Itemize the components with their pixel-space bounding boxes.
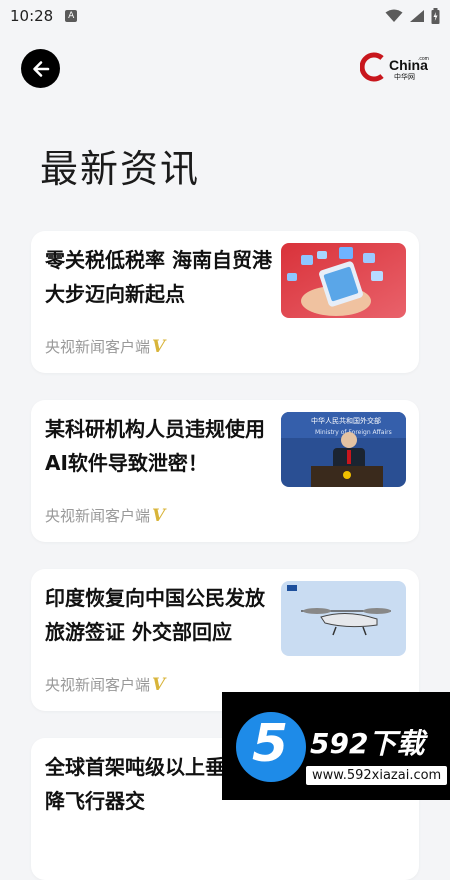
page-title: 最新资讯 [40,147,201,191]
news-card[interactable]: 零关税低税率 海南自贸港大步迈向新起点 央视新闻客户端 V [31,231,419,373]
verified-v-icon: V [152,674,166,695]
news-source: 央视新闻客户端 V [45,336,165,357]
back-arrow-icon [32,60,49,77]
evtol-aircraft-image [281,581,406,656]
news-card[interactable]: 某科研机构人员违规使用AI软件导致泄密！ 中华人民共和国外交部 Ministry… [31,400,419,542]
china-com-logo: China .com 中华网 [359,52,430,82]
source-label: 央视新闻客户端 [45,676,151,694]
news-source: 央视新闻客户端 V [45,674,165,695]
press-conference-image: 中华人民共和国外交部 Ministry of Foreign Affairs [281,412,406,487]
press-banner-text: 中华人民共和国外交部 [311,416,381,425]
news-title: 某科研机构人员违规使用AI软件导致泄密！ [45,417,265,475]
logo-com: .com [418,56,429,62]
watermark-digit: 5 [252,714,289,774]
news-card[interactable]: 印度恢复向中国公民发放旅游签证 外交部回应 央视新闻客户端 V [31,569,419,711]
592-watermark: 5 592下载 www.592xiazai.com [222,692,450,800]
verified-v-icon: V [152,505,166,526]
watermark-brand: 592下载 [310,727,425,760]
wifi-icon [385,9,403,22]
source-label: 央视新闻客户端 [45,507,151,525]
status-bar: 10:28 A [0,0,450,32]
verified-v-icon: V [152,336,166,357]
status-time: 10:28 [10,7,54,25]
news-title: 零关税低税率 海南自贸港大步迈向新起点 [45,248,272,306]
signal-icon [410,10,424,22]
back-button[interactable] [21,49,60,88]
news-source: 央视新闻客户端 V [45,505,165,526]
source-label: 央视新闻客户端 [45,338,151,356]
news-title: 印度恢复向中国公民发放旅游签证 外交部回应 [45,586,265,644]
watermark-url: www.592xiazai.com [306,766,448,785]
phone-hands-image [281,243,406,318]
notification-a-icon: A [65,10,78,22]
logo-subtext: 中华网 [394,72,415,81]
battery-icon [431,8,440,24]
